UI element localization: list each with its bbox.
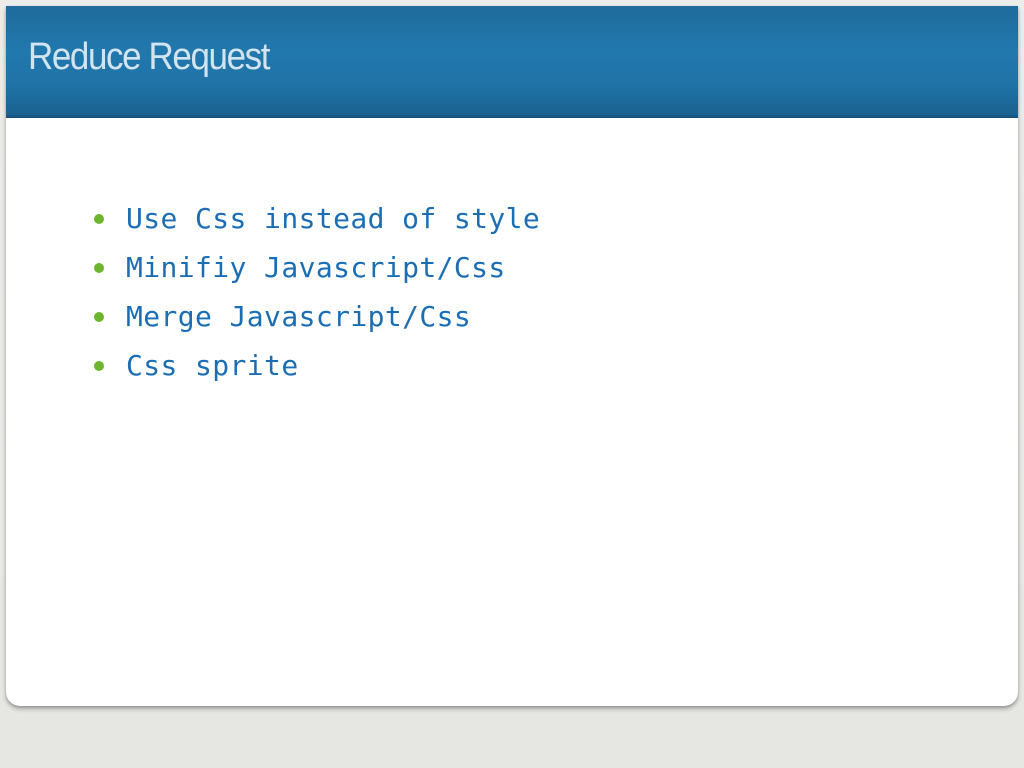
- slide: Reduce Request Use Css instead of style …: [6, 6, 1018, 706]
- slide-title: Reduce Request: [28, 36, 270, 78]
- bullet-text: Css sprite: [126, 349, 299, 382]
- title-bar: Reduce Request: [6, 6, 1018, 118]
- bullet-item: Css sprite: [92, 341, 540, 390]
- bullet-text: Merge Javascript/Css: [126, 300, 472, 333]
- bullet-dot-icon: [94, 311, 104, 322]
- bullet-item: Minifiy Javascript/Css: [92, 243, 540, 292]
- bullet-text: Minifiy Javascript/Css: [126, 251, 506, 284]
- bullet-dot-icon: [94, 262, 104, 273]
- bullet-list: Use Css instead of style Minifiy Javascr…: [92, 194, 540, 390]
- bullet-dot-icon: [94, 360, 104, 371]
- bullet-text: Use Css instead of style: [126, 202, 541, 235]
- bullet-dot-icon: [94, 213, 104, 224]
- bullet-item: Merge Javascript/Css: [92, 292, 540, 341]
- bullet-item: Use Css instead of style: [92, 194, 540, 243]
